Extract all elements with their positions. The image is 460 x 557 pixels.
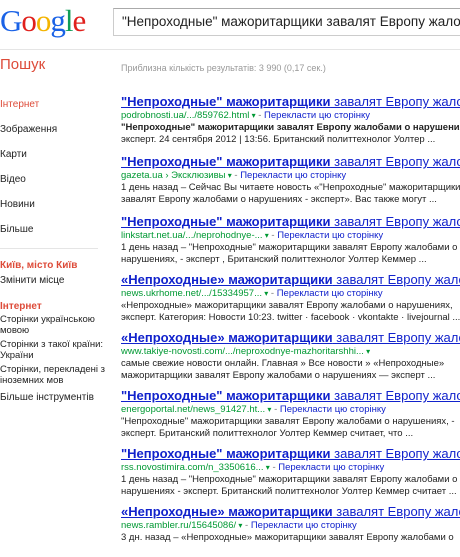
result-snippet-line: завалят Европу жалобами о нарушениях - э… bbox=[121, 194, 437, 205]
change-location-link[interactable]: Змінити місце bbox=[0, 274, 110, 287]
result-snippet-line: нарушениях - эксперт. Британский политте… bbox=[121, 486, 457, 497]
result-title-link[interactable]: "Непроходные" мажоритарщики завалят Евро… bbox=[121, 446, 460, 462]
result-snippet-line: самые свежие новости онлайн. Главная » В… bbox=[121, 358, 445, 369]
result-title-link[interactable]: "Непроходные" мажоритарщики завалят Евро… bbox=[121, 388, 460, 404]
nav-item-images[interactable]: Зображення bbox=[0, 123, 110, 136]
result-cite: energoportal.net/news_91427.ht... ▾ - Пе… bbox=[121, 404, 386, 415]
translate-link[interactable]: Перекласти цю сторінку bbox=[240, 170, 346, 181]
nav-item-maps[interactable]: Карти bbox=[0, 148, 110, 161]
result-cite: news.ukrhome.net/.../15334957... ▾ - Пер… bbox=[121, 288, 383, 299]
result-url: www.takiye-novosti.com/.../neproxodnye-m… bbox=[121, 346, 364, 357]
result-snippet-line: 1 день назад – "Непроходные" мажоритарщи… bbox=[121, 474, 458, 485]
nav-item-video[interactable]: Відео bbox=[0, 173, 110, 186]
result-snippet-line: "Непроходные" мажоритарщики завалят Евро… bbox=[121, 122, 460, 133]
location-title: Київ, місто Київ bbox=[0, 260, 78, 271]
header-divider bbox=[0, 49, 460, 50]
result-stats: Приблизна кількість результатів: 3 990 (… bbox=[121, 63, 326, 73]
result-snippet-line: мажоритарщики завалят Европу жалобами о … bbox=[121, 370, 436, 381]
logo-letter: o bbox=[21, 3, 36, 38]
result-snippet-line: «Непроходные» мажоритарщики завалят Евро… bbox=[121, 300, 453, 311]
nav-item-news[interactable]: Новини bbox=[0, 198, 110, 211]
result-cite: linkstart.net.ua/.../neprohodnye-... ▾ -… bbox=[121, 230, 384, 241]
logo-letter: g bbox=[50, 3, 65, 38]
filter-country-pages[interactable]: Сторінки з такої країни: України bbox=[0, 339, 110, 361]
left-nav: Інтернет Зображення Карти Відео Новини Б… bbox=[0, 98, 110, 404]
logo-letter: e bbox=[72, 3, 87, 38]
result-title-link[interactable]: «Непроходные» мажоритарщики завалят Евро… bbox=[121, 504, 460, 520]
nav-divider bbox=[0, 248, 98, 249]
result-cite: podrobnosti.ua/.../859762.html ▾ - Перек… bbox=[121, 110, 370, 121]
result-snippet-line: 1 день назад – "Непроходные" мажоритарщи… bbox=[121, 242, 458, 253]
search-result: «Непроходные» мажоритарщики завалят Евро… bbox=[121, 504, 460, 544]
search-result: "Непроходные" мажоритарщики завалят Евро… bbox=[121, 388, 460, 446]
filter-translated-pages[interactable]: Сторінки, перекладені з іноземних мов bbox=[0, 364, 110, 386]
result-title-link[interactable]: «Непроходные» мажоритарщики завалят Евро… bbox=[121, 330, 460, 346]
translate-link[interactable]: Перекласти цю сторінку bbox=[251, 520, 357, 531]
translate-link[interactable]: Перекласти цю сторінку bbox=[277, 288, 383, 299]
translate-link[interactable]: Перекласти цю сторінку bbox=[264, 110, 370, 121]
result-cite: news.rambler.ru/15645086/ ▾ - Перекласти… bbox=[121, 520, 357, 531]
search-result: "Непроходные" мажоритарщики завалят Евро… bbox=[121, 214, 460, 272]
translate-link[interactable]: Перекласти цю сторінку bbox=[278, 462, 384, 473]
result-options-icon[interactable]: ▾ bbox=[364, 347, 370, 356]
filter-ukrainian-pages[interactable]: Сторінки українською мовою bbox=[0, 314, 110, 336]
nav-item-more[interactable]: Більше bbox=[0, 223, 110, 236]
result-snippet-line: нарушениях, - эксперт , Британский полит… bbox=[121, 254, 427, 265]
search-result: "Непроходные" мажоритарщики завалят Евро… bbox=[121, 154, 460, 214]
result-url: podrobnosti.ua/.../859762.html bbox=[121, 110, 250, 121]
result-url: rss.novostimira.com/n_3350616... bbox=[121, 462, 264, 473]
translate-link[interactable]: Перекласти цю сторінку bbox=[277, 230, 383, 241]
result-snippet-line: "Непроходные" мажоритарщики завалят Евро… bbox=[121, 416, 455, 427]
result-url-breadcrumb: › Эксклюзивы bbox=[162, 170, 226, 181]
search-result: «Непроходные» мажоритарщики завалят Евро… bbox=[121, 330, 460, 388]
result-title-link[interactable]: "Непроходные" мажоритарщики завалят Евро… bbox=[121, 94, 460, 110]
result-title-link[interactable]: "Непроходные" мажоритарщики завалят Евро… bbox=[121, 214, 460, 230]
google-logo[interactable]: Google bbox=[0, 3, 86, 38]
result-title-link[interactable]: "Непроходные" мажоритарщики завалят Евро… bbox=[121, 154, 460, 170]
search-input[interactable]: "Непроходные" мажоритарщики завалят Евро… bbox=[113, 8, 460, 36]
section-title: Пошук bbox=[0, 56, 46, 73]
nav-item-web[interactable]: Інтернет bbox=[0, 98, 110, 111]
result-url: energoportal.net/news_91427.ht... bbox=[121, 404, 266, 415]
logo-letter: o bbox=[35, 3, 51, 38]
results-list: "Непроходные" мажоритарщики завалят Евро… bbox=[121, 94, 460, 544]
result-snippet-line: эксперт. Категория: Новости 10:23. twitt… bbox=[121, 312, 460, 323]
translate-link[interactable]: Перекласти цю сторінку bbox=[280, 404, 386, 415]
filters-title[interactable]: Інтернет bbox=[0, 301, 110, 313]
result-snippet-line: 1 день назад – Сейчас Вы читаете новость… bbox=[121, 182, 460, 193]
result-snippet-line: 3 дн. назад – «Непроходные» мажоритарщик… bbox=[121, 532, 454, 543]
result-cite: rss.novostimira.com/n_3350616... ▾ - Пер… bbox=[121, 462, 385, 473]
more-tools-link[interactable]: Більше інструментів bbox=[0, 392, 110, 404]
result-snippet-line: эксперт. Британский политтехнолог Уолтер… bbox=[121, 428, 414, 439]
result-title-link[interactable]: «Непроходные» мажоритарщики завалят Евро… bbox=[121, 272, 460, 288]
logo-letter: l bbox=[64, 3, 74, 38]
result-url: news.rambler.ru/15645086/ bbox=[121, 520, 237, 531]
result-snippet-line: эксперт. 24 сентября 2012 | 13:56. Брита… bbox=[121, 134, 436, 145]
search-result: "Непроходные" мажоритарщики завалят Евро… bbox=[121, 94, 460, 154]
result-cite: www.takiye-novosti.com/.../neproxodnye-m… bbox=[121, 346, 460, 358]
logo-letter: G bbox=[0, 3, 22, 38]
result-url: gazeta.ua bbox=[121, 170, 163, 181]
header: Google "Непроходные" мажоритарщики завал… bbox=[0, 0, 460, 44]
result-url: linkstart.net.ua/.../neprohodnye-... bbox=[121, 230, 263, 241]
search-result: «Непроходные» мажоритарщики завалят Евро… bbox=[121, 272, 460, 330]
result-cite: gazeta.ua › Эксклюзивы ▾ - Перекласти цю… bbox=[121, 170, 347, 181]
search-result: "Непроходные" мажоритарщики завалят Евро… bbox=[121, 446, 460, 504]
result-url: news.ukrhome.net/.../15334957... bbox=[121, 288, 263, 299]
